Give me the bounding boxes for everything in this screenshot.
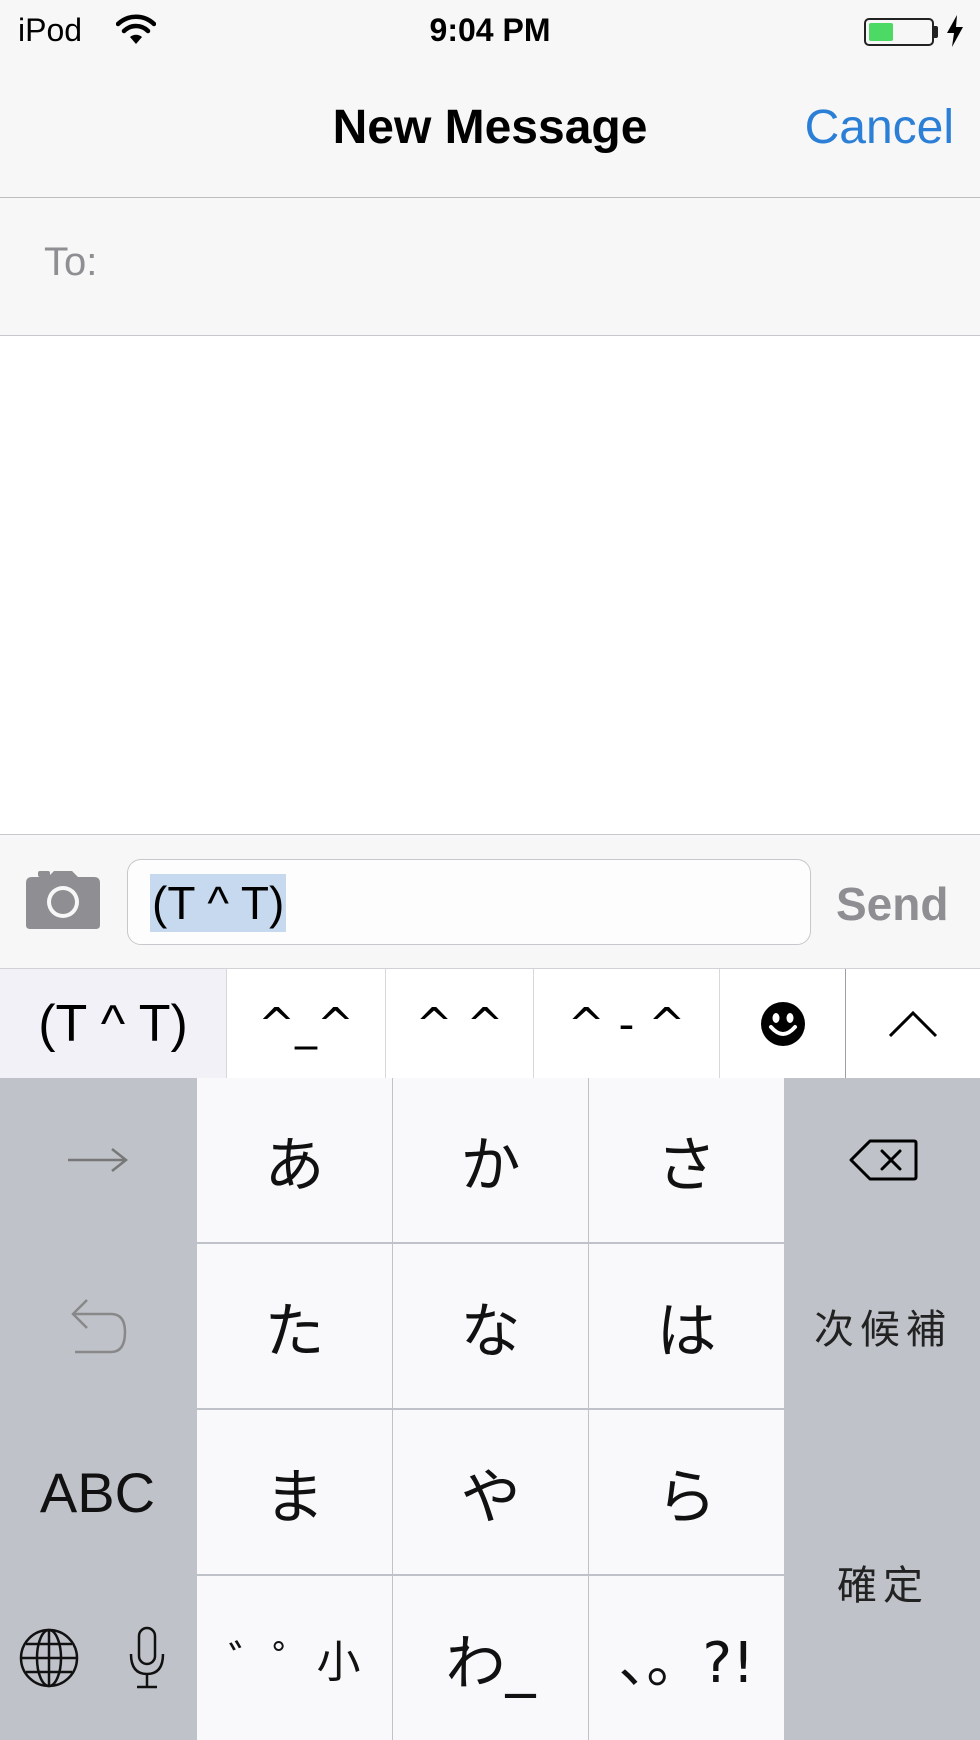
- to-field-row: To:: [0, 198, 980, 336]
- kana-key-ma[interactable]: ま: [197, 1410, 392, 1574]
- message-thread-area: [0, 336, 980, 834]
- new-message-screen: iPod 9:04 PM New Message Cancel To: (T ^…: [0, 0, 980, 1740]
- microphone-icon: [129, 1626, 165, 1689]
- kana-key-ra[interactable]: ら: [589, 1410, 784, 1574]
- candidate-item[interactable]: ^ ^: [386, 969, 534, 1079]
- top-bar: iPod 9:04 PM New Message Cancel: [0, 0, 980, 198]
- key-label: か: [460, 1130, 521, 1201]
- kana-keyboard: あ か さ た な は 次候補 ABC ま や ら 確定 ゛゜小 わ_ 、。?!: [0, 1078, 980, 1740]
- kana-key-ta[interactable]: た: [197, 1244, 392, 1408]
- charging-bolt-icon: [947, 15, 963, 47]
- kana-key-wa[interactable]: わ_: [393, 1576, 588, 1740]
- delete-icon: [849, 1139, 918, 1181]
- message-input[interactable]: (T ^ T): [127, 859, 811, 945]
- expand-candidates-button[interactable]: [845, 969, 980, 1079]
- dakuten-key[interactable]: ゛゜小: [197, 1576, 392, 1740]
- key-label: な: [460, 1296, 521, 1367]
- microphone-key[interactable]: [99, 1576, 195, 1740]
- key-label: 、。?!: [618, 1630, 755, 1696]
- key-label: ら: [656, 1462, 717, 1533]
- key-label: 次候補: [814, 1307, 952, 1353]
- key-label: た: [264, 1296, 325, 1367]
- compose-bar: (T ^ T) Send: [0, 834, 980, 968]
- key-label: わ_: [445, 1628, 536, 1699]
- key-label: は: [656, 1296, 717, 1367]
- abc-key[interactable]: ABC: [0, 1410, 195, 1574]
- right-arrow-icon: [67, 1148, 128, 1172]
- kana-key-na[interactable]: な: [393, 1244, 588, 1408]
- key-label: あ: [264, 1130, 325, 1201]
- globe-key[interactable]: [0, 1576, 97, 1740]
- candidate-item[interactable]: ^ - ^: [534, 969, 720, 1079]
- kana-key-a[interactable]: あ: [197, 1078, 392, 1242]
- candidate-bar: (T ^ T) ^_^ ^ ^ ^ - ^: [0, 968, 980, 1079]
- punctuation-key[interactable]: 、。?!: [589, 1576, 784, 1740]
- cancel-button[interactable]: Cancel: [805, 100, 954, 155]
- confirm-key[interactable]: 確定: [786, 1410, 980, 1740]
- kana-key-sa[interactable]: さ: [589, 1078, 784, 1242]
- undo-icon: [70, 1299, 126, 1354]
- kana-key-ya[interactable]: や: [393, 1410, 588, 1574]
- battery-icon: [864, 18, 934, 46]
- key-label: 確定: [837, 1563, 929, 1609]
- candidate-item[interactable]: (T ^ T): [0, 969, 227, 1079]
- recipient-input[interactable]: [120, 222, 940, 312]
- battery-nub: [934, 26, 938, 38]
- kana-key-ha[interactable]: は: [589, 1244, 784, 1408]
- chevron-up-icon: [888, 1010, 938, 1038]
- kana-key-ka[interactable]: か: [393, 1078, 588, 1242]
- status-time: 9:04 PM: [429, 12, 551, 48]
- next-candidate-key[interactable]: 次候補: [786, 1244, 980, 1408]
- key-label: ゛゜小: [228, 1637, 361, 1688]
- cursor-right-key[interactable]: [0, 1078, 195, 1242]
- globe-icon: [19, 1628, 78, 1688]
- emoji-candidate[interactable]: [720, 969, 845, 1079]
- to-label: To:: [44, 240, 98, 284]
- message-text: (T ^ T): [150, 874, 287, 932]
- key-label: さ: [656, 1130, 717, 1201]
- key-label: ま: [264, 1462, 325, 1533]
- battery-level: [869, 23, 893, 41]
- smiley-face-icon: [760, 1002, 805, 1046]
- undo-key[interactable]: [0, 1244, 195, 1408]
- key-label: や: [460, 1462, 521, 1533]
- camera-icon[interactable]: [24, 869, 102, 931]
- delete-key[interactable]: [786, 1078, 980, 1242]
- candidate-item[interactable]: ^_^: [227, 969, 386, 1079]
- send-button[interactable]: Send: [836, 877, 948, 931]
- key-label: ABC: [39, 1460, 156, 1524]
